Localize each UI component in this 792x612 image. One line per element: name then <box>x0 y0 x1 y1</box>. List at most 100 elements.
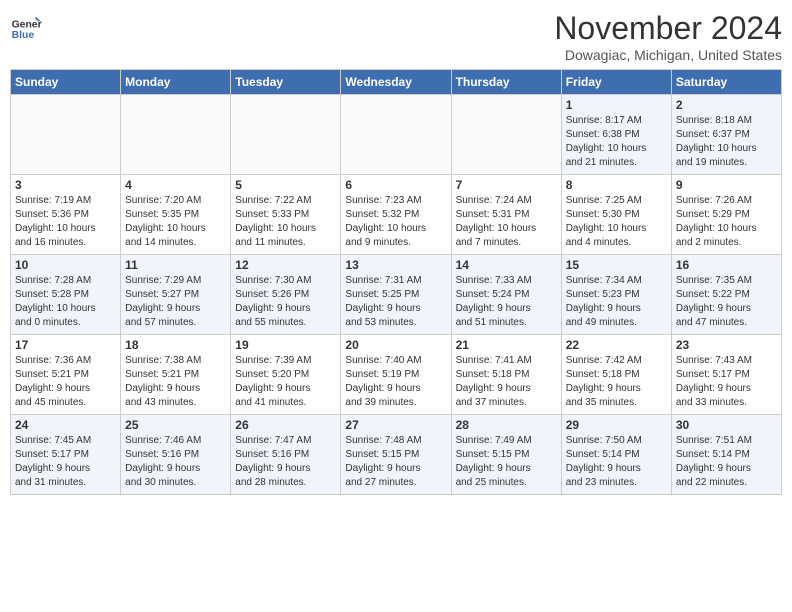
day-number: 28 <box>456 418 557 432</box>
day-number: 9 <box>676 178 777 192</box>
month-title: November 2024 <box>554 10 782 47</box>
logo-icon: General Blue <box>10 10 42 42</box>
day-info: Sunrise: 7:36 AM Sunset: 5:21 PM Dayligh… <box>15 354 116 410</box>
location: Dowagiac, Michigan, United States <box>554 47 782 63</box>
calendar-cell: 8 Sunrise: 7:25 AM Sunset: 5:30 PM Daylig… <box>561 175 671 255</box>
day-info: Sunrise: 7:48 AM Sunset: 5:15 PM Dayligh… <box>345 434 446 490</box>
calendar-cell: 14 Sunrise: 7:33 AM Sunset: 5:24 PM Dayli… <box>451 255 561 335</box>
day-info: Sunrise: 7:29 AM Sunset: 5:27 PM Dayligh… <box>125 274 226 330</box>
calendar-cell: 10 Sunrise: 7:28 AM Sunset: 5:28 PM Dayli… <box>11 255 121 335</box>
day-number: 14 <box>456 258 557 272</box>
calendar-week-2: 3 Sunrise: 7:19 AM Sunset: 5:36 PM Daylig… <box>11 175 782 255</box>
day-info: Sunrise: 7:26 AM Sunset: 5:29 PM Dayligh… <box>676 194 777 250</box>
day-number: 26 <box>235 418 336 432</box>
day-info: Sunrise: 7:40 AM Sunset: 5:19 PM Dayligh… <box>345 354 446 410</box>
day-info: Sunrise: 7:42 AM Sunset: 5:18 PM Dayligh… <box>566 354 667 410</box>
day-info: Sunrise: 7:24 AM Sunset: 5:31 PM Dayligh… <box>456 194 557 250</box>
calendar-cell: 13 Sunrise: 7:31 AM Sunset: 5:25 PM Dayli… <box>341 255 451 335</box>
calendar-cell: 30 Sunrise: 7:51 AM Sunset: 5:14 PM Dayli… <box>671 415 781 495</box>
day-info: Sunrise: 7:35 AM Sunset: 5:22 PM Dayligh… <box>676 274 777 330</box>
day-info: Sunrise: 7:51 AM Sunset: 5:14 PM Dayligh… <box>676 434 777 490</box>
day-info: Sunrise: 7:50 AM Sunset: 5:14 PM Dayligh… <box>566 434 667 490</box>
day-number: 18 <box>125 338 226 352</box>
day-info: Sunrise: 8:17 AM Sunset: 6:38 PM Dayligh… <box>566 114 667 170</box>
logo: General Blue <box>10 10 42 42</box>
day-number: 16 <box>676 258 777 272</box>
day-number: 3 <box>15 178 116 192</box>
day-number: 6 <box>345 178 446 192</box>
day-info: Sunrise: 7:49 AM Sunset: 5:15 PM Dayligh… <box>456 434 557 490</box>
weekday-header-row: SundayMondayTuesdayWednesdayThursdayFrid… <box>11 70 782 95</box>
calendar-cell: 11 Sunrise: 7:29 AM Sunset: 5:27 PM Dayli… <box>121 255 231 335</box>
day-number: 19 <box>235 338 336 352</box>
day-info: Sunrise: 7:43 AM Sunset: 5:17 PM Dayligh… <box>676 354 777 410</box>
calendar-cell: 7Sunrise: 7:24 AM Sunset: 5:31 PM Daylig… <box>451 175 561 255</box>
day-number: 17 <box>15 338 116 352</box>
calendar-cell: 5 Sunrise: 7:22 AM Sunset: 5:33 PM Daylig… <box>231 175 341 255</box>
day-number: 10 <box>15 258 116 272</box>
day-number: 5 <box>235 178 336 192</box>
weekday-header-tuesday: Tuesday <box>231 70 341 95</box>
day-number: 11 <box>125 258 226 272</box>
calendar-cell: 18 Sunrise: 7:38 AM Sunset: 5:21 PM Dayli… <box>121 335 231 415</box>
day-info: Sunrise: 7:20 AM Sunset: 5:35 PM Dayligh… <box>125 194 226 250</box>
calendar-cell: 15 Sunrise: 7:34 AM Sunset: 5:23 PM Dayli… <box>561 255 671 335</box>
calendar-cell: 24Sunrise: 7:45 AM Sunset: 5:17 PM Dayli… <box>11 415 121 495</box>
day-number: 22 <box>566 338 667 352</box>
day-number: 13 <box>345 258 446 272</box>
day-info: Sunrise: 7:25 AM Sunset: 5:30 PM Dayligh… <box>566 194 667 250</box>
title-block: November 2024 Dowagiac, Michigan, United… <box>554 10 782 63</box>
day-number: 12 <box>235 258 336 272</box>
calendar-cell: 19 Sunrise: 7:39 AM Sunset: 5:20 PM Dayli… <box>231 335 341 415</box>
page-header: General Blue November 2024 Dowagiac, Mic… <box>10 10 782 63</box>
day-number: 4 <box>125 178 226 192</box>
day-number: 21 <box>456 338 557 352</box>
day-info: Sunrise: 7:33 AM Sunset: 5:24 PM Dayligh… <box>456 274 557 330</box>
svg-text:General: General <box>12 20 42 31</box>
calendar-week-1: 1Sunrise: 8:17 AM Sunset: 6:38 PM Daylig… <box>11 95 782 175</box>
calendar-cell <box>451 95 561 175</box>
calendar-cell: 28 Sunrise: 7:49 AM Sunset: 5:15 PM Dayli… <box>451 415 561 495</box>
day-info: Sunrise: 7:28 AM Sunset: 5:28 PM Dayligh… <box>15 274 116 330</box>
day-number: 15 <box>566 258 667 272</box>
svg-text:Blue: Blue <box>12 30 35 41</box>
weekday-header-monday: Monday <box>121 70 231 95</box>
calendar-cell: 6 Sunrise: 7:23 AM Sunset: 5:32 PM Daylig… <box>341 175 451 255</box>
calendar-cell <box>341 95 451 175</box>
day-info: Sunrise: 7:30 AM Sunset: 5:26 PM Dayligh… <box>235 274 336 330</box>
calendar-cell <box>11 95 121 175</box>
day-info: Sunrise: 7:22 AM Sunset: 5:33 PM Dayligh… <box>235 194 336 250</box>
day-info: Sunrise: 7:31 AM Sunset: 5:25 PM Dayligh… <box>345 274 446 330</box>
calendar-cell: 27 Sunrise: 7:48 AM Sunset: 5:15 PM Dayli… <box>341 415 451 495</box>
weekday-header-saturday: Saturday <box>671 70 781 95</box>
day-info: Sunrise: 7:23 AM Sunset: 5:32 PM Dayligh… <box>345 194 446 250</box>
calendar-cell: 17 Sunrise: 7:36 AM Sunset: 5:21 PM Dayli… <box>11 335 121 415</box>
calendar-cell: 12 Sunrise: 7:30 AM Sunset: 5:26 PM Dayli… <box>231 255 341 335</box>
day-info: Sunrise: 7:38 AM Sunset: 5:21 PM Dayligh… <box>125 354 226 410</box>
day-number: 27 <box>345 418 446 432</box>
day-info: Sunrise: 7:34 AM Sunset: 5:23 PM Dayligh… <box>566 274 667 330</box>
calendar-cell: 21 Sunrise: 7:41 AM Sunset: 5:18 PM Dayli… <box>451 335 561 415</box>
calendar-cell: 1Sunrise: 8:17 AM Sunset: 6:38 PM Daylig… <box>561 95 671 175</box>
weekday-header-thursday: Thursday <box>451 70 561 95</box>
day-info: Sunrise: 7:39 AM Sunset: 5:20 PM Dayligh… <box>235 354 336 410</box>
day-number: 8 <box>566 178 667 192</box>
day-number: 23 <box>676 338 777 352</box>
day-info: Sunrise: 7:47 AM Sunset: 5:16 PM Dayligh… <box>235 434 336 490</box>
calendar-cell: 25 Sunrise: 7:46 AM Sunset: 5:16 PM Dayli… <box>121 415 231 495</box>
day-info: Sunrise: 8:18 AM Sunset: 6:37 PM Dayligh… <box>676 114 777 170</box>
day-number: 29 <box>566 418 667 432</box>
calendar-cell: 20Sunrise: 7:40 AM Sunset: 5:19 PM Dayli… <box>341 335 451 415</box>
day-number: 30 <box>676 418 777 432</box>
calendar-cell: 26 Sunrise: 7:47 AM Sunset: 5:16 PM Dayli… <box>231 415 341 495</box>
day-info: Sunrise: 7:41 AM Sunset: 5:18 PM Dayligh… <box>456 354 557 410</box>
weekday-header-friday: Friday <box>561 70 671 95</box>
day-number: 25 <box>125 418 226 432</box>
day-info: Sunrise: 7:46 AM Sunset: 5:16 PM Dayligh… <box>125 434 226 490</box>
weekday-header-wednesday: Wednesday <box>341 70 451 95</box>
day-info: Sunrise: 7:45 AM Sunset: 5:17 PM Dayligh… <box>15 434 116 490</box>
calendar-cell: 3 Sunrise: 7:19 AM Sunset: 5:36 PM Daylig… <box>11 175 121 255</box>
calendar-week-5: 24Sunrise: 7:45 AM Sunset: 5:17 PM Dayli… <box>11 415 782 495</box>
calendar-cell <box>121 95 231 175</box>
day-info: Sunrise: 7:19 AM Sunset: 5:36 PM Dayligh… <box>15 194 116 250</box>
